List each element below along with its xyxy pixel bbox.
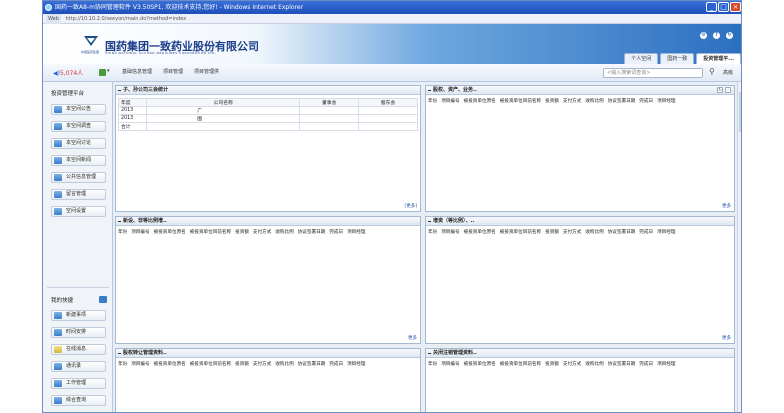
maximize-button[interactable]: □ <box>718 2 729 12</box>
panel-equity-assets: 股权、资产、业务.. ↻ – 年份 项目编号 被投资单位原名 被投资单位目前名称 投资额支… <box>425 85 735 212</box>
panel-title: 股权、资产、业务.. <box>426 86 734 95</box>
sidebar-title: 投资管理平台 <box>51 91 85 97</box>
quick-settings-icon[interactable] <box>99 296 107 303</box>
gear-icon[interactable]: ⚙ <box>700 32 707 39</box>
chevron-down-icon[interactable]: ▾ <box>107 68 110 74</box>
sidebar-item-announcement[interactable]: 本空间公告 <box>51 104 106 115</box>
tab-investment-platform[interactable]: 投资管理平... <box>696 53 741 64</box>
portal-toolbar: ◀)5,074人 ▾ 基础信息管理 项目管理 项目管理供 <输入搜索词查询> ⚲… <box>43 64 741 82</box>
quick-new-item[interactable]: 新建事项 <box>51 310 106 321</box>
quick-address-book[interactable]: 通讯录 <box>51 361 106 372</box>
search-icon[interactable]: ⚲ <box>709 67 715 76</box>
sidebar-item-news[interactable]: 本空间新闻 <box>51 155 106 166</box>
news-icon <box>54 157 62 164</box>
work-icon <box>54 380 62 387</box>
sidebar-item-messages[interactable]: 留言管理 <box>51 189 106 200</box>
search-icon <box>54 397 62 404</box>
column-header-row: 年份 项目编号 被投资单位原名 被投资单位目前名称 投资额 支付方式 收购比例 协议签署日期完… <box>118 362 366 367</box>
panel-title: 股权转让管理资料.. <box>116 349 420 358</box>
table-header-row: 年度 公司名称 董事会 股东会 <box>117 98 418 107</box>
quick-title: 我的快捷 <box>51 298 74 304</box>
address-bar[interactable]: Web http://10.10.2.0/seeyon/main.do?meth… <box>43 14 741 24</box>
window-title: 国药一致A8-m协同管理软件 V3.50SP1, 欢迎技术支持,您好! - Wi… <box>55 4 304 11</box>
more-link[interactable]: 更多 <box>722 335 731 341</box>
sidebar-divider <box>47 287 109 288</box>
table-row[interactable]: 2013 广 <box>117 106 418 115</box>
online-users[interactable]: ◀)5,074人 <box>53 68 83 77</box>
menu-project-supply[interactable]: 项目管理供 <box>193 68 220 75</box>
sidebar: 投资管理平台 本空间公告 本空间调查 本空间讨论 本空间新闻 公共信息管理 留言… <box>43 82 113 412</box>
speaker-icon: ◀) <box>53 70 60 77</box>
window-titlebar: 国药一致A8-m协同管理软件 V3.50SP1, 欢迎技术支持,您好! - Wi… <box>43 1 741 14</box>
vertical-scrollbar[interactable] <box>737 82 741 412</box>
new-item-icon <box>54 312 62 319</box>
help-icon[interactable]: ? <box>713 32 720 39</box>
portal-header: 中国医药集团 国药集团一致药业股份有限公司 CHINA NATIONAL ACC… <box>43 24 741 64</box>
quick-schedule[interactable]: 时间安排 <box>51 327 106 338</box>
message-icon <box>54 346 62 353</box>
panel-capital-increase: 增资（等比例）、.. 年份 项目编号 被投资单位原名 被投资单位目前名称 投资额 支付方式… <box>425 216 735 344</box>
panel-new-establish: 新设、非等比例增.. 年份 项目编号 被投资单位原名 被投资单位目前名称 投资额 支付方式… <box>115 216 421 344</box>
col-company: 公司名称 <box>146 98 301 107</box>
menu-basic-info[interactable]: 基础信息管理 <box>121 68 153 75</box>
survey-icon <box>54 123 62 130</box>
more-link[interactable]: 更多 <box>408 335 417 341</box>
refresh-icon[interactable]: ↻ <box>726 32 733 39</box>
col-year: 年度 <box>117 98 148 107</box>
public-info-icon <box>54 174 62 181</box>
table-row[interactable]: 2013 国 <box>117 114 418 123</box>
scrollbar-thumb[interactable] <box>739 92 741 132</box>
address-prefix: Web <box>46 14 61 24</box>
quick-general-search[interactable]: 综合查询 <box>51 395 106 406</box>
sidebar-item-survey[interactable]: 本空间调查 <box>51 121 106 132</box>
ie-icon <box>45 4 52 11</box>
sidebar-item-discussion[interactable]: 本空间讨论 <box>51 138 106 149</box>
more-link[interactable]: 更多 <box>722 203 731 209</box>
settings-icon <box>54 208 62 215</box>
tab-guoyao-yizhi[interactable]: 国药一致 <box>660 53 695 64</box>
browser-window: 国药一致A8-m协同管理软件 V3.50SP1, 欢迎技术支持,您好! - Wi… <box>42 0 742 413</box>
main-content: 子、孙公司三会统计 年度 公司名称 董事会 股东会 2013 广 2013 国 <box>113 82 741 412</box>
refresh-panel-icon[interactable]: ↻ <box>717 87 723 93</box>
panel-title: 关闭注销管理资料.. <box>426 349 734 358</box>
company-name-en: CHINA NATIONAL ACCORD MEDICINES CORPORAT… <box>105 51 217 55</box>
address-url[interactable]: http://10.10.2.0/seeyon/main.do?method=i… <box>66 16 187 22</box>
tab-personal-space[interactable]: 个人空间 <box>624 53 659 64</box>
col-board: 董事会 <box>299 98 360 107</box>
announcement-icon <box>54 106 62 113</box>
logo-caption: 中国医药集团 <box>81 50 100 54</box>
panel-closure-deregistration: 关闭注销管理资料.. 年份 项目编号 被投资单位原名 被投资单位目前名称 投资额 支付方式… <box>425 348 735 412</box>
column-header-row: 年份 项目编号 被投资单位原名 被投资单位目前名称 投资额 支付方式 收购比例 协议签署日期完… <box>428 230 676 235</box>
panel-three-meetings: 子、孙公司三会统计 年度 公司名称 董事会 股东会 2013 广 2013 国 <box>115 85 421 212</box>
panel-title: 增资（等比例）、.. <box>426 217 734 226</box>
status-icon[interactable] <box>99 69 106 76</box>
menu-project-management[interactable]: 项目管理 <box>162 68 184 75</box>
column-header-row: 年份 项目编号 被投资单位原名 被投资单位目前名称 投资额 支付方式 收购比例 协议签署日期完… <box>428 362 676 367</box>
message-board-icon <box>54 191 62 198</box>
quick-online-message[interactable]: 在线消息 <box>51 344 106 355</box>
quick-work-management[interactable]: 工作管理 <box>51 378 106 389</box>
more-link[interactable]: [更多] <box>404 203 417 209</box>
column-header-row: 年份 项目编号 被投资单位原名 被投资单位目前名称 投资额 支付方式 收购比例 协议签署日期完… <box>428 99 676 104</box>
close-button[interactable]: × <box>730 2 741 12</box>
calendar-icon <box>54 329 62 336</box>
sidebar-item-space-settings[interactable]: 空间设置 <box>51 206 106 217</box>
discussion-icon <box>54 140 62 147</box>
address-book-icon <box>54 363 62 370</box>
panel-title: 子、孙公司三会统计 <box>116 86 420 95</box>
table-total-row: 合计 <box>117 122 418 131</box>
column-header-row: 年份 项目编号 被投资单位原名 被投资单位目前名称 投资额 支付方式 收购比例 协议签署日期完… <box>118 230 366 235</box>
panel-equity-transfer: 股权转让管理资料.. 年份 项目编号 被投资单位原名 被投资单位目前名称 投资额 支付方式… <box>115 348 421 412</box>
minimize-panel-icon[interactable]: – <box>725 87 731 93</box>
sidebar-item-public-info[interactable]: 公共信息管理 <box>51 172 106 183</box>
panel-title: 新设、非等比例增.. <box>116 217 420 226</box>
minimize-button[interactable]: _ <box>706 2 717 12</box>
advanced-search-link[interactable]: 高级 <box>723 69 733 76</box>
col-shareholders: 股东会 <box>358 98 418 107</box>
company-logo-icon <box>84 36 98 46</box>
search-input[interactable]: <输入搜索词查询> <box>603 68 703 78</box>
three-meetings-table: 年度 公司名称 董事会 股东会 2013 广 2013 国 合计 <box>117 98 418 131</box>
